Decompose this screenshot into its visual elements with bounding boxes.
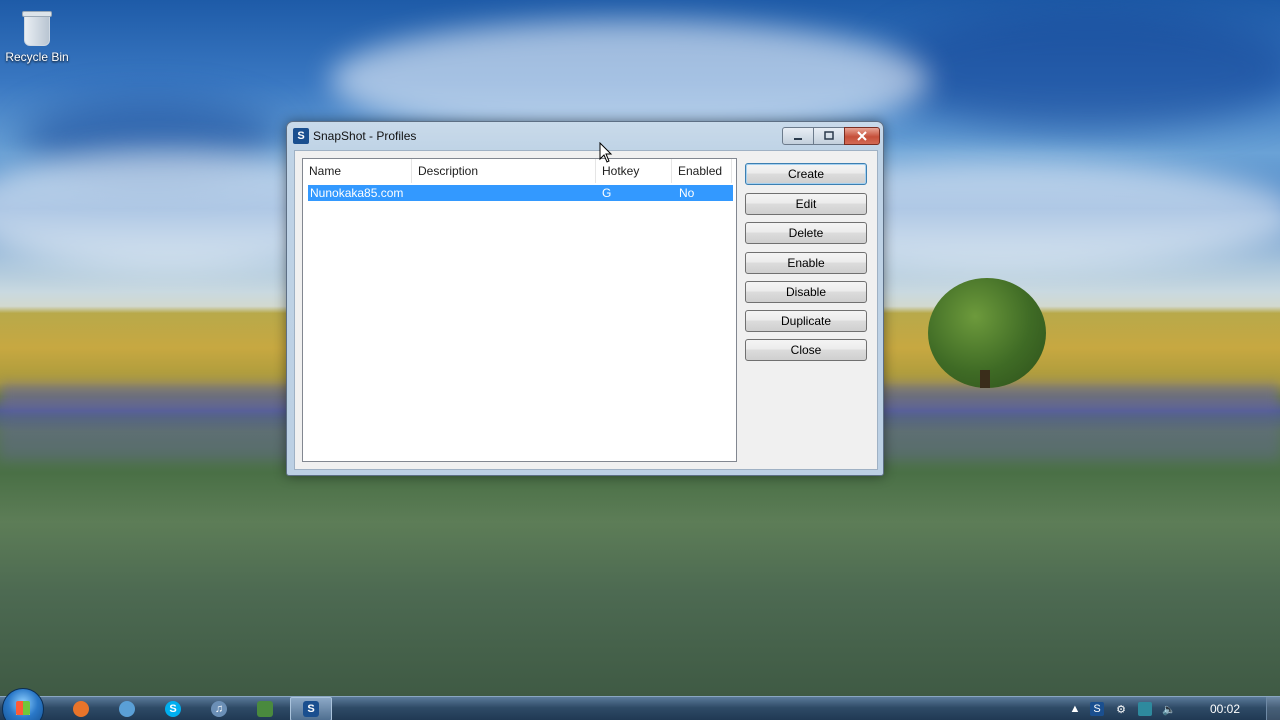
title-bar[interactable]: S SnapShot - Profiles bbox=[287, 122, 883, 150]
desktop-icon-label: Recycle Bin bbox=[5, 50, 69, 64]
itunes-icon: ♫ bbox=[211, 701, 227, 717]
window-title: SnapShot - Profiles bbox=[313, 129, 417, 143]
close-button[interactable]: Close bbox=[745, 339, 867, 361]
snapshot-icon: S bbox=[303, 701, 319, 717]
maximize-button[interactable] bbox=[813, 127, 845, 145]
network-tray-icon[interactable] bbox=[1138, 702, 1152, 716]
app-icon: S bbox=[293, 128, 309, 144]
list-header: Name Description Hotkey Enabled bbox=[303, 159, 736, 183]
column-header-enabled[interactable]: Enabled bbox=[672, 159, 732, 183]
clock[interactable]: 00:02 bbox=[1196, 697, 1254, 720]
desktop-icon-recycle-bin[interactable]: Recycle Bin bbox=[4, 11, 70, 64]
cell-hotkey: G bbox=[602, 186, 612, 200]
enable-button[interactable]: Enable bbox=[745, 252, 867, 274]
show-desktop-button[interactable] bbox=[1266, 697, 1280, 720]
tools-tray-icon[interactable]: ⚙ bbox=[1114, 702, 1128, 716]
cell-description bbox=[412, 185, 414, 201]
column-header-name[interactable]: Name bbox=[303, 159, 412, 183]
create-button[interactable]: Create bbox=[745, 163, 867, 185]
volume-icon[interactable]: 🔈 bbox=[1162, 702, 1176, 716]
taskbar-snapshot[interactable]: S bbox=[290, 697, 332, 720]
network-users-icon bbox=[119, 701, 135, 717]
profiles-list[interactable]: Name Description Hotkey Enabled Nunokaka… bbox=[302, 158, 737, 462]
list-item[interactable]: Nunokaka85.com G No bbox=[308, 185, 733, 201]
minimize-icon bbox=[794, 138, 802, 140]
snapshot-tray-icon[interactable]: S bbox=[1090, 702, 1104, 716]
taskbar-firefox[interactable] bbox=[60, 697, 102, 720]
taskbar-skype[interactable]: S bbox=[152, 697, 194, 720]
cell-name: Nunokaka85.com bbox=[310, 186, 404, 200]
firefox-icon bbox=[73, 701, 89, 717]
duplicate-button[interactable]: Duplicate bbox=[745, 310, 867, 332]
edit-button[interactable]: Edit bbox=[745, 193, 867, 215]
close-icon bbox=[857, 131, 867, 141]
skype-icon: S bbox=[165, 701, 181, 717]
video-editor-icon bbox=[257, 701, 273, 717]
snapshot-profiles-window: S SnapShot - Profiles Name Description H… bbox=[286, 121, 884, 476]
sky-shadow bbox=[880, 10, 1280, 130]
caption-buttons bbox=[782, 127, 880, 145]
taskbar-itunes[interactable]: ♫ bbox=[198, 697, 240, 720]
recycle-bin-icon bbox=[22, 11, 52, 46]
column-header-description[interactable]: Description bbox=[412, 159, 596, 183]
show-hidden-icons-icon[interactable]: ▲ bbox=[1068, 702, 1082, 716]
window-client-area: Name Description Hotkey Enabled Nunokaka… bbox=[294, 150, 878, 470]
close-window-button[interactable] bbox=[844, 127, 880, 145]
cell-enabled: No bbox=[679, 186, 695, 200]
taskbar: S ♫ S ▲ S ⚙ 🔈 00:02 bbox=[0, 688, 1280, 720]
tree-trunk bbox=[980, 370, 990, 388]
maximize-icon bbox=[824, 131, 834, 140]
disable-button[interactable]: Disable bbox=[745, 281, 867, 303]
delete-button[interactable]: Delete bbox=[745, 222, 867, 244]
taskbar-network-users[interactable] bbox=[106, 697, 148, 720]
taskbar-video-editor[interactable] bbox=[244, 697, 286, 720]
minimize-button[interactable] bbox=[782, 127, 814, 145]
mouse-cursor-icon bbox=[599, 142, 613, 163]
